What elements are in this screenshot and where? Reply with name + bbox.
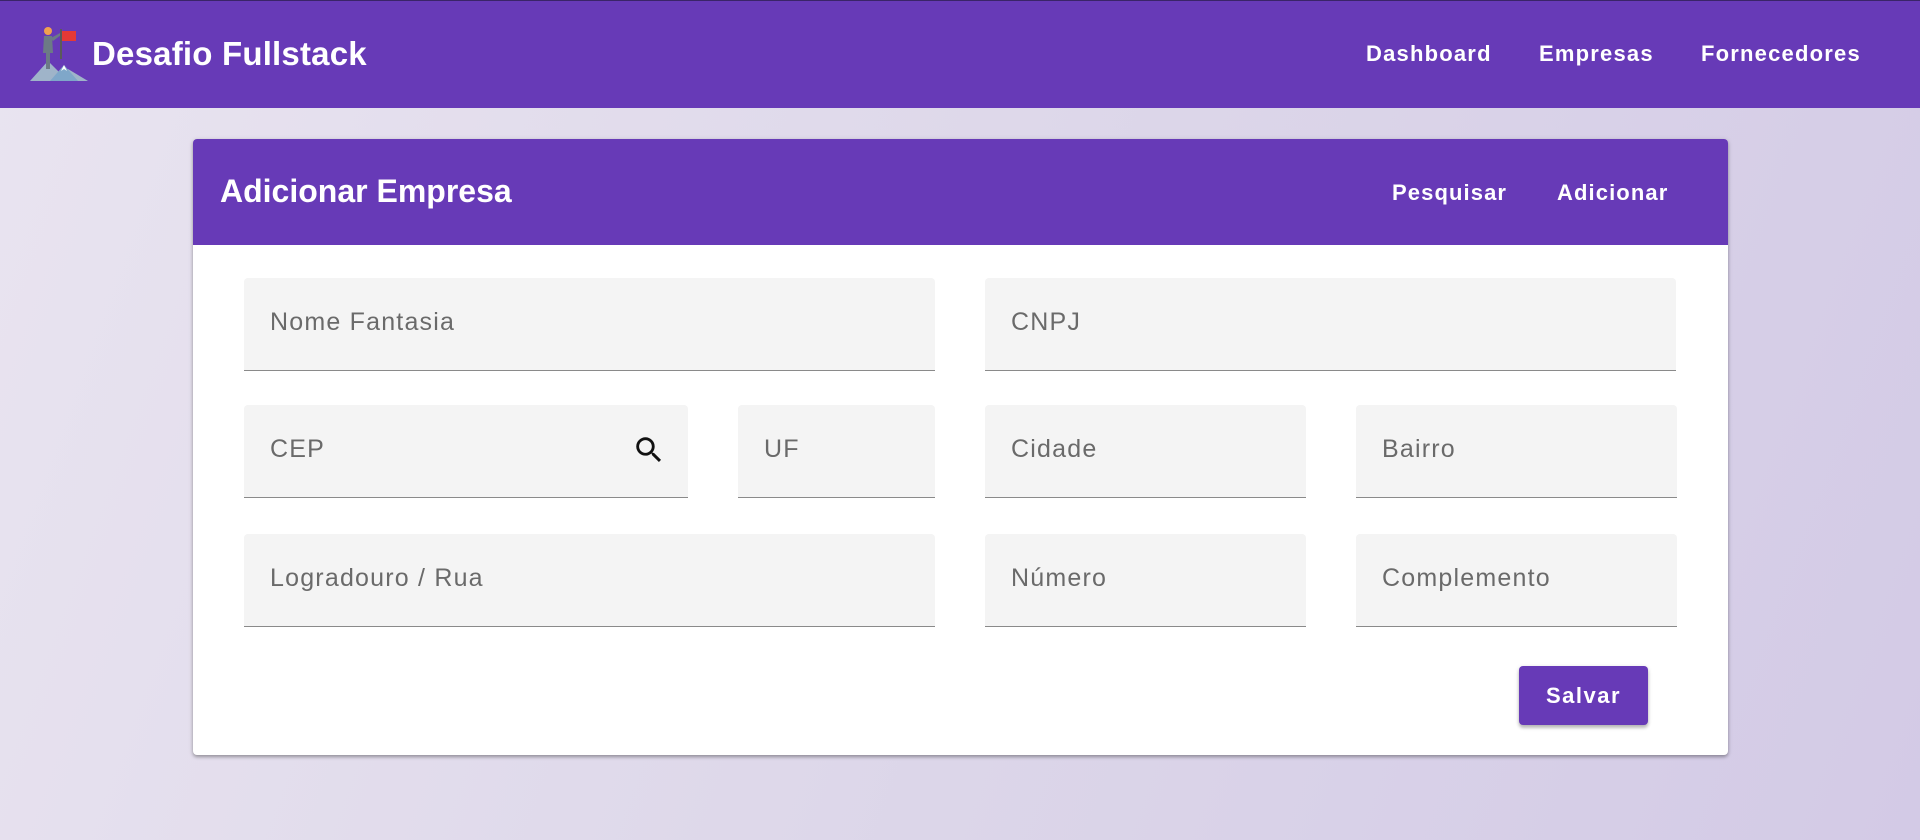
cnpj-field[interactable]: CNPJ: [985, 278, 1676, 371]
nav-item-empresas[interactable]: Empresas: [1539, 41, 1654, 67]
uf-label: UF: [764, 435, 800, 463]
brand[interactable]: Desafio Fullstack: [28, 25, 367, 83]
complemento-field[interactable]: Complemento: [1356, 534, 1677, 627]
pesquisar-button[interactable]: Pesquisar: [1392, 180, 1507, 206]
complemento-label: Complemento: [1382, 564, 1551, 592]
numero-field[interactable]: Número: [985, 534, 1306, 627]
search-icon[interactable]: [632, 433, 666, 467]
adicionar-button[interactable]: Adicionar: [1557, 180, 1668, 206]
logradouro-label: Logradouro / Rua: [270, 564, 484, 592]
cnpj-label: CNPJ: [1011, 308, 1082, 336]
nav-item-fornecedores[interactable]: Fornecedores: [1701, 41, 1861, 67]
nome-fantasia-label: Nome Fantasia: [270, 308, 456, 336]
cep-field[interactable]: CEP: [244, 405, 688, 498]
card-title: Adicionar Empresa: [220, 173, 512, 209]
logradouro-field[interactable]: Logradouro / Rua: [244, 534, 935, 627]
cidade-label: Cidade: [1011, 435, 1098, 463]
cidade-field[interactable]: Cidade: [985, 405, 1306, 498]
uf-field[interactable]: UF: [738, 405, 935, 498]
cep-label: CEP: [270, 435, 326, 463]
save-button[interactable]: Salvar: [1519, 666, 1648, 725]
top-app-bar: Desafio Fullstack Dashboard Empresas For…: [0, 0, 1920, 108]
nav-item-dashboard[interactable]: Dashboard: [1366, 41, 1492, 67]
numero-label: Número: [1011, 564, 1108, 592]
nome-fantasia-field[interactable]: Nome Fantasia: [244, 278, 935, 371]
climber-flag-logo-icon: [30, 27, 88, 81]
add-company-card: Adicionar Empresa Pesquisar Adicionar No…: [193, 139, 1728, 755]
bairro-field[interactable]: Bairro: [1356, 405, 1677, 498]
app-title: Desafio Fullstack: [92, 35, 367, 72]
card-header: Adicionar Empresa Pesquisar Adicionar: [193, 139, 1728, 245]
bairro-label: Bairro: [1382, 435, 1456, 463]
